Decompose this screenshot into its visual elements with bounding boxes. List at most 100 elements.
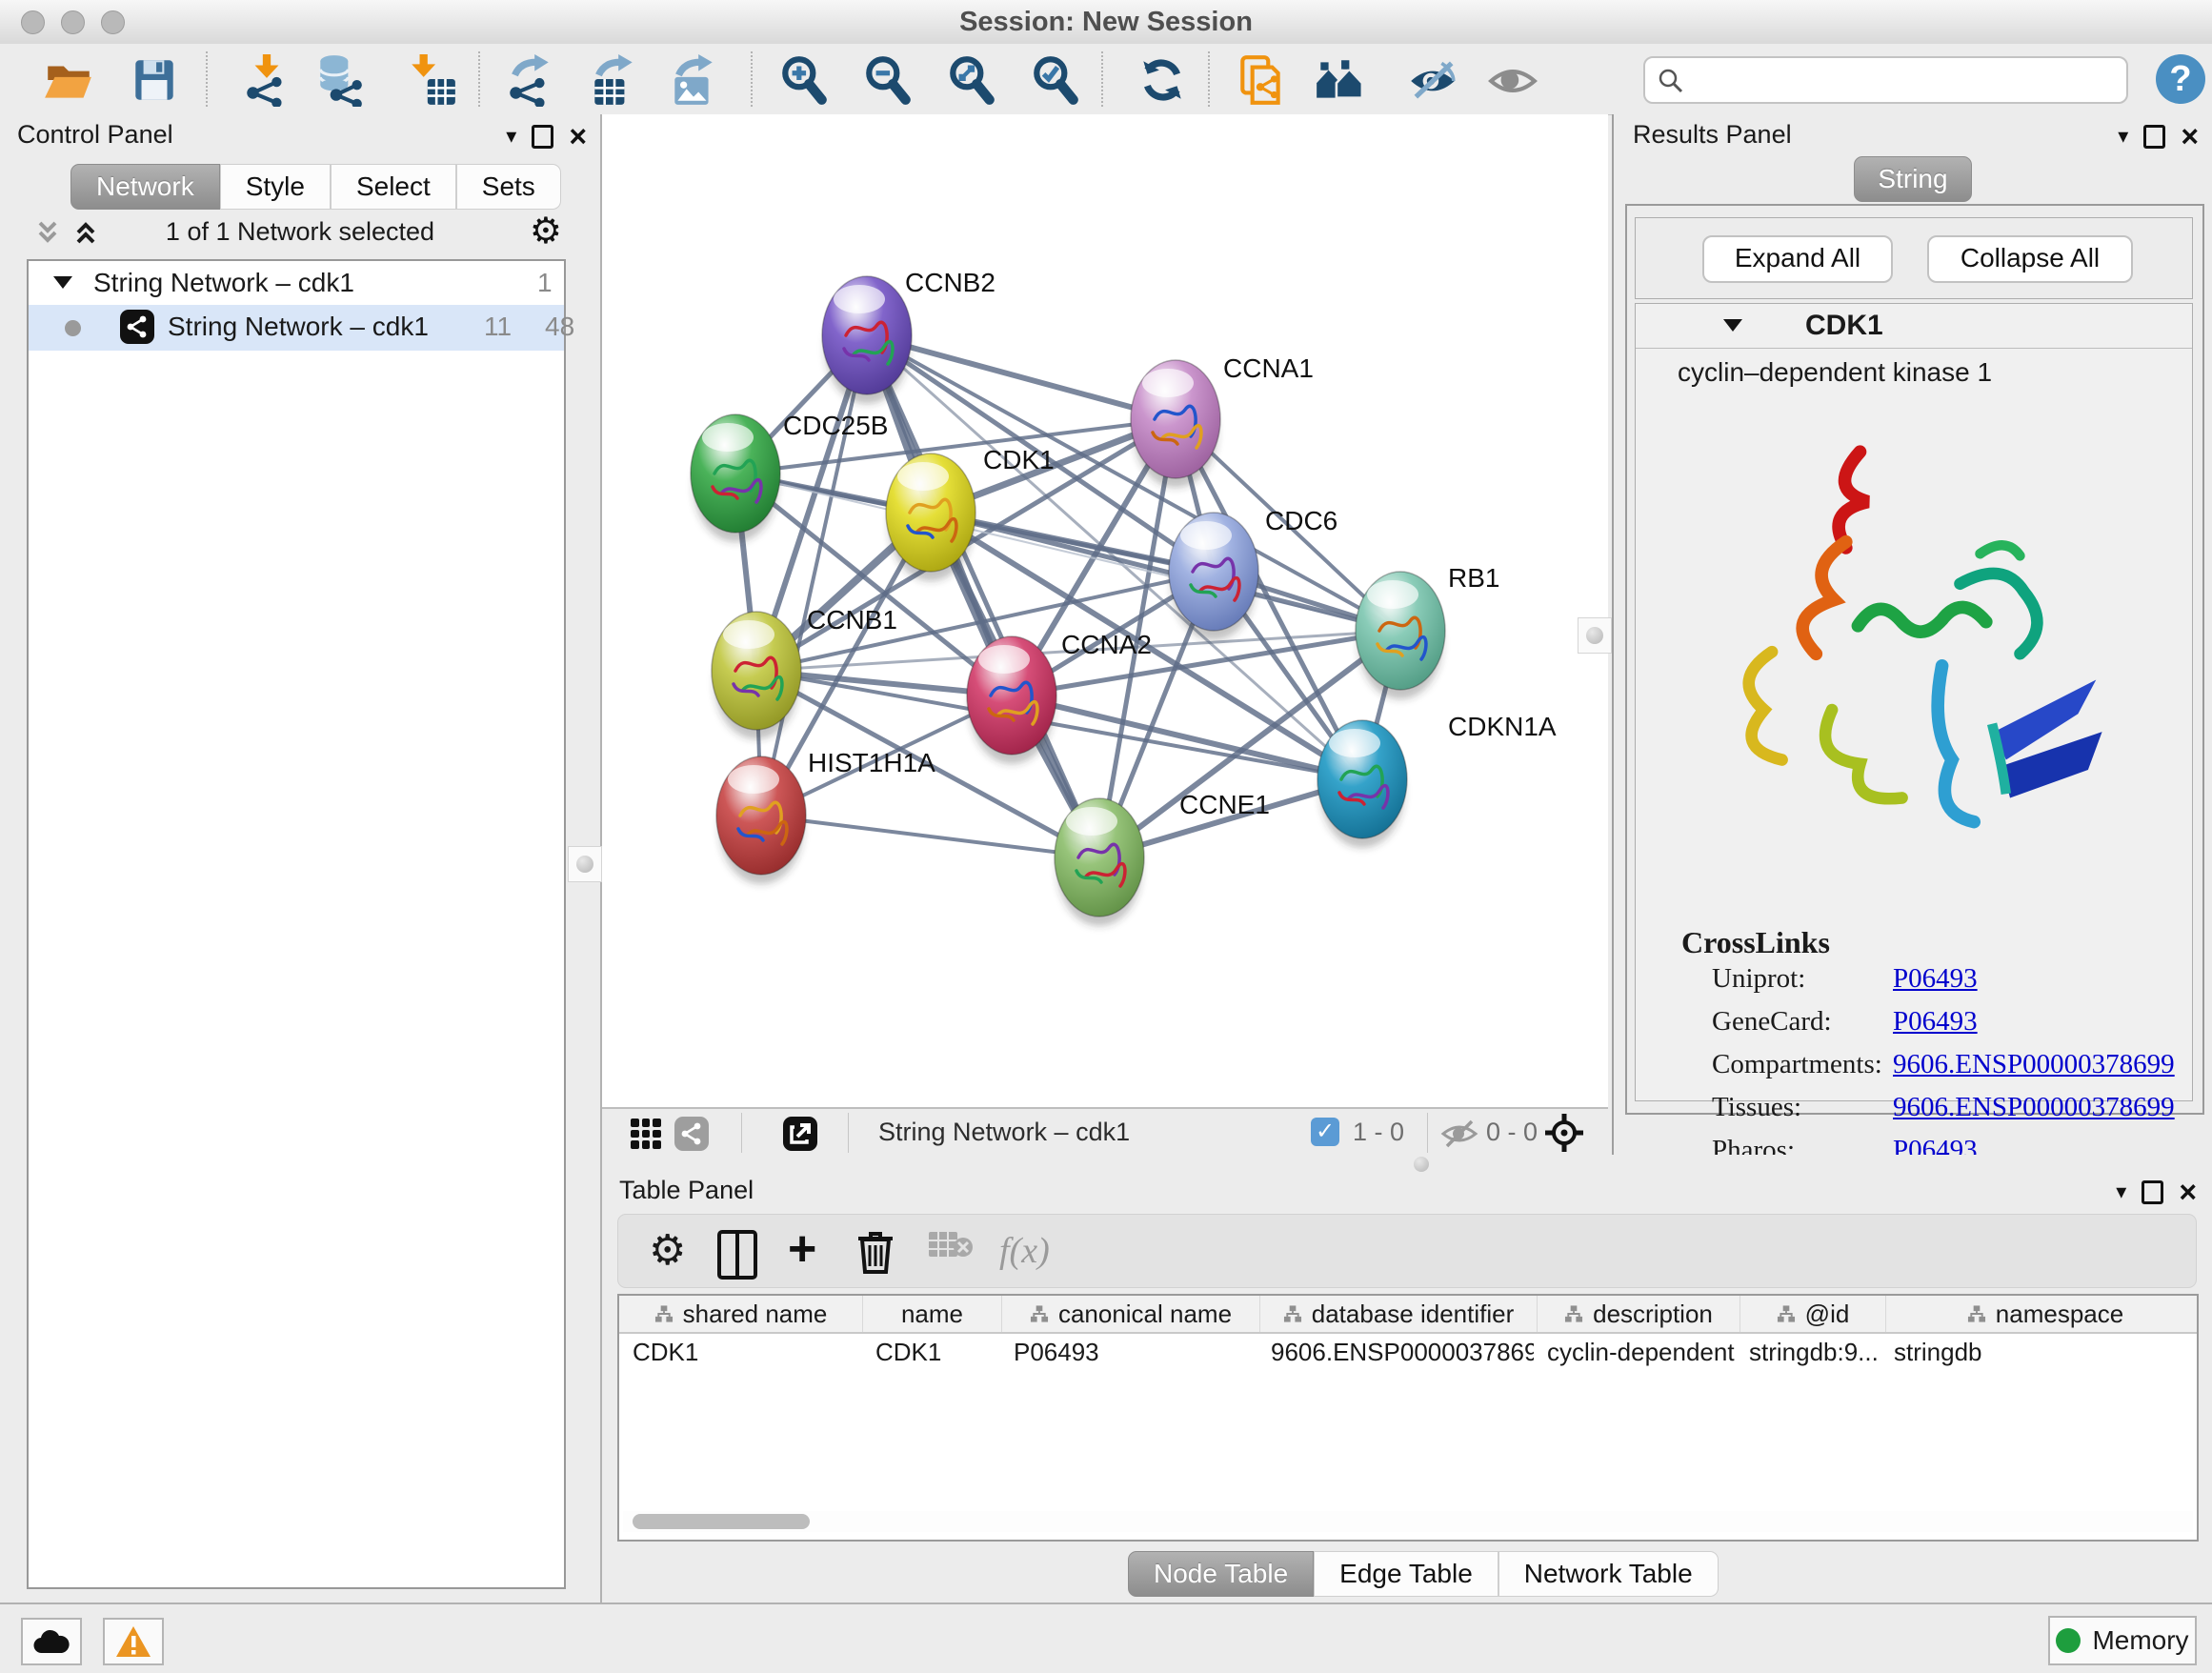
horizontal-splitter[interactable] (602, 1155, 2212, 1174)
column-header-at-id[interactable]: @id (1740, 1296, 1886, 1332)
external-link-icon[interactable] (783, 1117, 817, 1151)
close-panel-icon[interactable]: × (2181, 127, 2199, 146)
hide-selected-button[interactable] (1406, 53, 1459, 107)
network-node-cdc6[interactable] (1169, 513, 1258, 640)
table-cell[interactable]: stringdb:9... (1736, 1334, 1880, 1370)
left-splitter-handle[interactable] (568, 846, 602, 882)
import-network-button[interactable] (240, 53, 293, 107)
network-node-cdk1[interactable] (886, 454, 975, 581)
table-cell[interactable]: 9606.ENSP00000378699 (1257, 1334, 1534, 1370)
network-node-ccnb1[interactable] (712, 612, 801, 739)
network-node-ccna2[interactable] (967, 636, 1056, 764)
crosshair-icon[interactable] (1543, 1112, 1585, 1154)
table-cell[interactable]: CDK1 (619, 1334, 862, 1370)
column-header-canonical-name[interactable]: canonical name (1002, 1296, 1260, 1332)
right-splitter-handle[interactable] (1578, 617, 1612, 654)
network-node-hist1h1a[interactable] (716, 756, 806, 884)
table-cell[interactable]: stringdb (1880, 1334, 2199, 1370)
network-options-gear-icon[interactable]: ⚙ (530, 210, 562, 252)
selected-checkbox-icon[interactable]: ✓ (1311, 1118, 1339, 1146)
home-button[interactable] (1313, 53, 1366, 107)
zoom-in-button[interactable] (777, 53, 831, 107)
scrollbar-thumb[interactable] (633, 1514, 810, 1529)
network-node-ccna1[interactable] (1131, 360, 1220, 488)
column-header-namespace[interactable]: namespace (1886, 1296, 2199, 1332)
help-icon[interactable]: ? (2156, 54, 2205, 104)
close-panel-icon[interactable]: × (569, 127, 587, 146)
network-edge[interactable] (761, 335, 867, 816)
disclosure-triangle-icon[interactable] (53, 276, 72, 289)
select-columns-icon[interactable] (717, 1226, 757, 1276)
float-panel-icon[interactable] (2143, 125, 2165, 149)
network-snapshot-button[interactable] (1235, 53, 1288, 107)
table-settings-gear-icon[interactable]: ⚙ (649, 1226, 686, 1276)
network-selection-bar: 1 of 1 Network selected ⚙ (0, 210, 600, 257)
protein-structure-image (1710, 411, 2110, 887)
table-horizontal-scrollbar[interactable] (623, 1511, 2193, 1532)
panel-menu-icon[interactable]: ▾ (506, 124, 516, 149)
export-table-button[interactable] (587, 53, 640, 107)
memory-label: Memory (2092, 1625, 2188, 1656)
disclosure-triangle-icon[interactable] (1723, 319, 1742, 332)
splitter-handle[interactable] (1414, 1157, 1429, 1172)
network-view-toolbar: String Network – cdk1 ✓ 1 - 0 0 - 0 (602, 1107, 1608, 1157)
table-cell[interactable]: CDK1 (862, 1334, 1000, 1370)
tab-edge-table[interactable]: Edge Table (1314, 1551, 1498, 1597)
tab-network-table[interactable]: Network Table (1498, 1551, 1719, 1597)
warning-button[interactable] (103, 1618, 164, 1665)
zoom-selected-button[interactable] (1029, 53, 1082, 107)
export-image-button[interactable] (667, 53, 720, 107)
panel-menu-icon[interactable]: ▾ (2118, 124, 2128, 149)
export-network-button[interactable] (503, 53, 556, 107)
network-node-cdc25b[interactable] (691, 414, 780, 542)
tab-network[interactable]: Network (70, 164, 220, 210)
tab-style[interactable]: Style (220, 164, 331, 210)
collapse-all-button[interactable]: Collapse All (1927, 235, 2133, 283)
crosslink-link[interactable]: 9606.ENSP00000378699 (1893, 1092, 2175, 1123)
network-share-icon[interactable] (674, 1117, 709, 1151)
network-node-ccnb2[interactable] (822, 276, 912, 404)
network-row[interactable]: String Network – cdk1 11 48 (29, 305, 564, 351)
refresh-button[interactable] (1136, 53, 1189, 107)
show-all-button[interactable] (1486, 53, 1539, 107)
save-session-button[interactable] (128, 53, 181, 107)
node-entry-header[interactable]: CDK1 (1636, 304, 2192, 349)
table-cell[interactable]: P06493 (1000, 1334, 1257, 1370)
tab-select[interactable]: Select (331, 164, 456, 210)
grid-view-icon[interactable] (631, 1119, 661, 1149)
table-cell[interactable]: cyclin-dependent ... (1534, 1334, 1736, 1370)
results-tab-string[interactable]: String (1854, 156, 1972, 202)
table-row[interactable]: CDK1CDK1P064939606.ENSP00000378699cyclin… (619, 1334, 2197, 1370)
float-panel-icon[interactable] (532, 125, 553, 149)
expand-all-button[interactable]: Expand All (1702, 235, 1893, 283)
float-panel-icon[interactable] (2142, 1180, 2163, 1204)
network-node-ccne1[interactable] (1055, 798, 1144, 926)
import-table-button[interactable] (406, 53, 459, 107)
cloud-button[interactable] (21, 1618, 82, 1665)
crosslink-link[interactable]: 9606.ENSP00000378699 (1893, 1049, 2175, 1080)
crosslink-link[interactable]: P06493 (1893, 963, 1978, 995)
column-header-database-identifier[interactable]: database identifier (1260, 1296, 1538, 1332)
panel-menu-icon[interactable]: ▾ (2116, 1179, 2126, 1204)
column-header-name[interactable]: name (863, 1296, 1002, 1332)
delete-column-trash-icon[interactable] (855, 1226, 896, 1276)
close-panel-icon[interactable]: × (2179, 1182, 2197, 1201)
network-canvas[interactable]: CCNB2CCNA1CDC25BCDK1CDC6RB1CCNB1CCNA2CDK… (602, 114, 1608, 1107)
memory-button[interactable]: Memory (2048, 1616, 2197, 1665)
network-node-cdkn1a[interactable] (1317, 720, 1407, 848)
open-session-button[interactable] (42, 53, 95, 107)
zoom-fit-button[interactable] (945, 53, 998, 107)
column-header-shared-name[interactable]: shared name (619, 1296, 863, 1332)
tab-sets[interactable]: Sets (456, 164, 561, 210)
add-column-icon[interactable]: + (788, 1226, 816, 1276)
import-network-database-button[interactable] (312, 53, 366, 107)
network-edge[interactable] (761, 816, 1099, 857)
search-input[interactable] (1695, 60, 2118, 98)
column-header-description[interactable]: description (1538, 1296, 1740, 1332)
network-collection-row[interactable]: String Network – cdk1 1 (29, 261, 564, 305)
crosslink-link[interactable]: P06493 (1893, 1006, 1978, 1038)
tab-node-table[interactable]: Node Table (1128, 1551, 1314, 1597)
network-node-rb1[interactable] (1356, 572, 1445, 699)
zoom-out-button[interactable] (861, 53, 915, 107)
eye-slash-icon[interactable] (1440, 1118, 1478, 1150)
